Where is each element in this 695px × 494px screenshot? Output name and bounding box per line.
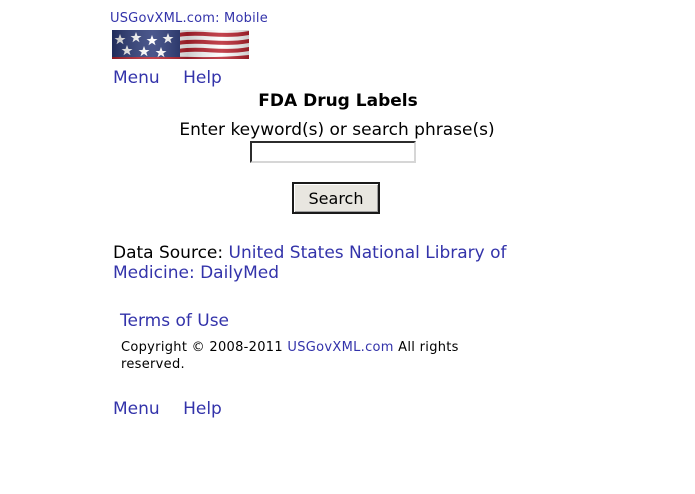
top-nav: Menu Help bbox=[113, 68, 240, 88]
terms-of-use-link[interactable]: Terms of Use bbox=[120, 311, 229, 331]
page-title: FDA Drug Labels bbox=[258, 91, 418, 111]
copyright-text: Copyright © 2008-2011 USGovXML.com All r… bbox=[121, 339, 501, 373]
search-label: Enter keyword(s) or search phrase(s) bbox=[179, 120, 495, 140]
copyright-prefix: Copyright © 2008-2011 bbox=[121, 340, 288, 355]
menu-link[interactable]: Menu bbox=[113, 68, 160, 88]
copyright-site-link[interactable]: USGovXML.com bbox=[287, 340, 393, 355]
menu-link-bottom[interactable]: Menu bbox=[113, 399, 160, 419]
data-source: Data Source: United States National Libr… bbox=[113, 243, 543, 283]
data-source-prefix: Data Source: bbox=[113, 243, 229, 263]
search-button[interactable]: Search bbox=[292, 182, 380, 214]
search-input[interactable] bbox=[250, 141, 416, 163]
bottom-nav: Menu Help bbox=[113, 399, 240, 419]
us-flag-logo bbox=[112, 30, 249, 59]
help-link[interactable]: Help bbox=[183, 68, 222, 88]
site-title-link[interactable]: USGovXML.com: Mobile bbox=[110, 11, 268, 26]
help-link-bottom[interactable]: Help bbox=[183, 399, 222, 419]
